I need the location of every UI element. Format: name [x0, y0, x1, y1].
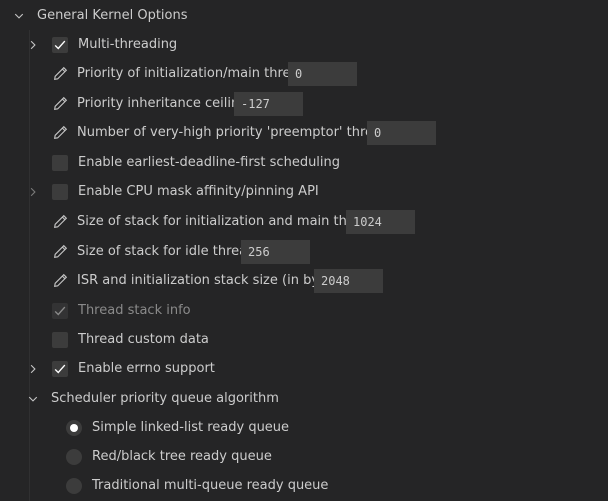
option-label: Thread custom data [78, 331, 209, 347]
radio-button[interactable] [66, 477, 82, 494]
radio-label: Red/black tree ready queue [92, 448, 272, 464]
pencil-icon[interactable] [52, 96, 68, 112]
pencil-icon[interactable] [52, 125, 68, 141]
option-label: Priority of initialization/main thread [77, 65, 307, 81]
option-label: Priority inheritance ceiling [77, 95, 248, 111]
check-icon [54, 364, 66, 374]
chevron-right-icon[interactable] [25, 37, 41, 53]
chevron-down-icon[interactable] [11, 8, 27, 24]
checkbox-cpu-mask-affinity[interactable] [52, 183, 68, 200]
chevron-right-icon[interactable] [25, 184, 41, 200]
checkbox-thread-stack-info [52, 302, 68, 319]
option-preemptor-threads: Number of very-high priority 'preemptor'… [0, 118, 608, 147]
option-isr-stack-size: ISR and initialization stack size (in by… [0, 266, 608, 295]
option-main-stack-size: Size of stack for initialization and mai… [0, 207, 608, 236]
isr-stack-size-input[interactable] [314, 268, 383, 293]
option-idle-stack-size: Size of stack for idle thread [0, 237, 608, 266]
option-thread-custom-data[interactable]: Thread custom data [0, 325, 608, 354]
option-edf-scheduling[interactable]: Enable earliest-deadline-first schedulin… [0, 148, 608, 177]
main-stack-size-input[interactable] [346, 209, 415, 234]
pencil-icon[interactable] [52, 244, 68, 260]
option-errno-support[interactable]: Enable errno support [0, 354, 608, 383]
check-icon [54, 40, 66, 50]
option-inheritance-ceiling: Priority inheritance ceiling [0, 89, 608, 118]
checkbox-thread-custom-data[interactable] [52, 331, 68, 348]
checkbox-edf-scheduling[interactable] [52, 154, 68, 171]
radio-label: Simple linked-list ready queue [92, 419, 290, 435]
idle-stack-size-input[interactable] [241, 239, 310, 264]
radio-button[interactable] [66, 419, 82, 436]
checkbox-errno-support[interactable] [52, 360, 68, 377]
checkbox-multi-threading[interactable] [52, 36, 68, 53]
pencil-icon[interactable] [52, 273, 68, 289]
inheritance-ceiling-input[interactable] [234, 91, 303, 116]
option-label: Multi-threading [78, 36, 178, 52]
group-scheduler-queue[interactable]: Scheduler priority queue algorithm [0, 384, 608, 413]
option-label: Enable errno support [78, 360, 215, 376]
chevron-down-icon[interactable] [25, 391, 41, 407]
option-cpu-mask-affinity[interactable]: Enable CPU mask affinity/pinning API [0, 177, 608, 206]
radio-option-linked-list[interactable]: Simple linked-list ready queue [0, 413, 608, 442]
option-label: Enable earliest-deadline-first schedulin… [78, 154, 341, 170]
chevron-right-icon[interactable] [25, 361, 41, 377]
section-general-kernel-options[interactable]: General Kernel Options [0, 1, 608, 30]
option-label: Size of stack for idle thread [77, 243, 256, 259]
option-multi-threading[interactable]: Multi-threading [0, 30, 608, 59]
option-label: Enable CPU mask affinity/pinning API [78, 183, 319, 199]
radio-option-red-black-tree[interactable]: Red/black tree ready queue [0, 442, 608, 471]
pencil-icon[interactable] [52, 66, 68, 82]
radio-option-multi-queue[interactable]: Traditional multi-queue ready queue [0, 471, 608, 500]
section-title: General Kernel Options [37, 7, 188, 23]
pencil-icon[interactable] [52, 214, 68, 230]
radio-button[interactable] [66, 448, 82, 465]
option-thread-stack-info: Thread stack info [0, 296, 608, 325]
option-main-thread-priority: Priority of initialization/main thread [0, 59, 608, 88]
preemptor-threads-input[interactable] [367, 120, 436, 145]
option-label: Number of very-high priority 'preemptor'… [77, 124, 397, 140]
option-label: Thread stack info [78, 302, 191, 318]
check-icon [54, 306, 66, 316]
option-label: Size of stack for initialization and mai… [77, 213, 377, 229]
group-title: Scheduler priority queue algorithm [51, 390, 279, 406]
radio-label: Traditional multi-queue ready queue [92, 477, 329, 493]
option-label: ISR and initialization stack size (in by… [77, 272, 344, 288]
main-thread-priority-input[interactable] [288, 61, 357, 86]
